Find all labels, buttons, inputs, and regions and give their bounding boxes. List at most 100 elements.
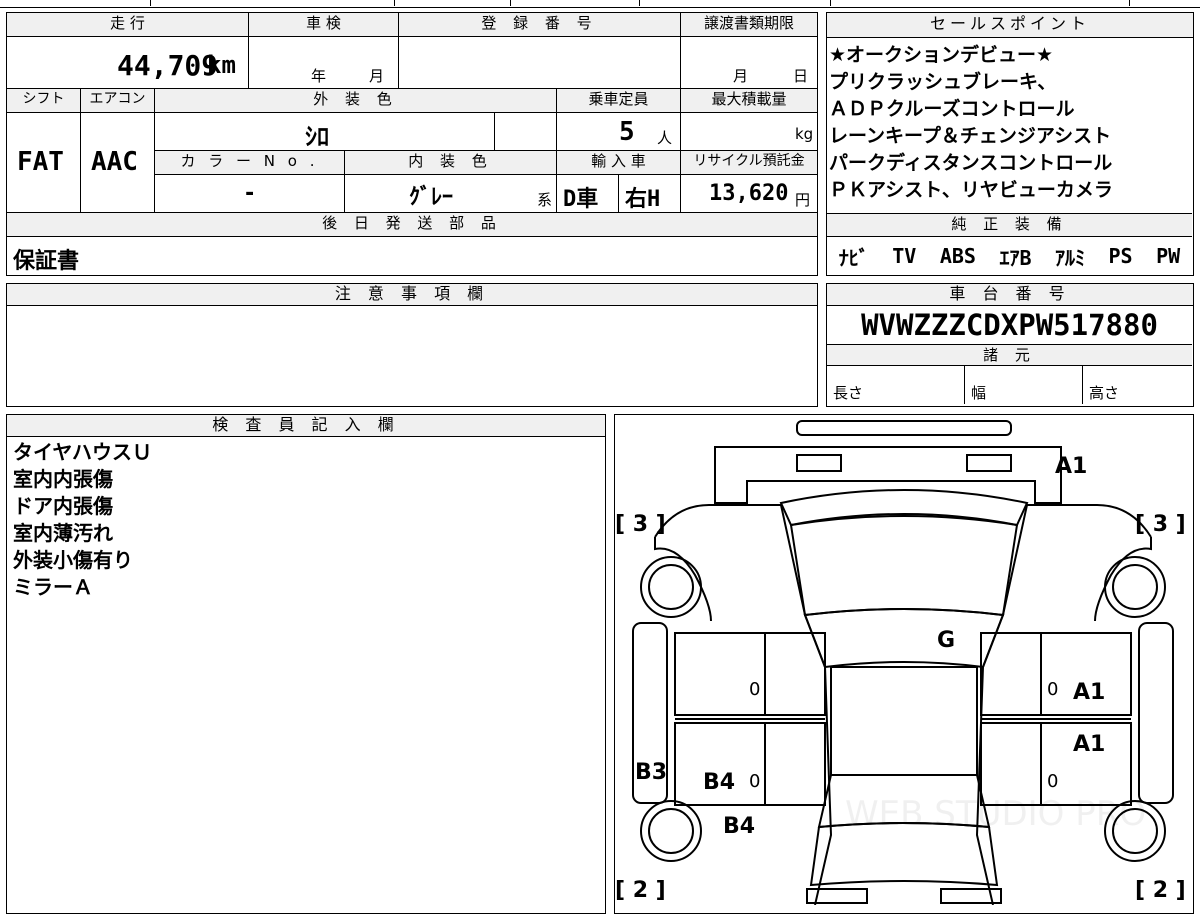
recycle-cell: 13,620 円 <box>681 175 817 213</box>
capacity-cell: 5 人 <box>557 113 681 151</box>
front-bumper-shape <box>796 420 1012 436</box>
inspector-line: 外装小傷有り <box>13 548 133 572</box>
sales-point-line: ＡＤＰクルーズコントロール <box>829 98 1075 120</box>
transfer-month: 月 <box>733 67 749 85</box>
vehicle-info-table: 走 行 車 検 登 録 番 号 譲渡書類期限 44,709 km 年 月 月 日… <box>6 12 818 276</box>
exterior-cell: ｼﾛ <box>155 113 495 151</box>
exterior-label: 外 装 色 <box>155 89 557 113</box>
registration-cell <box>399 37 681 89</box>
mileage-cell: 44,709 km <box>7 37 249 89</box>
ac-value: AAC <box>91 147 138 177</box>
registration-label: 登 録 番 号 <box>399 13 681 37</box>
mark-zero-lr: 0 <box>749 771 760 792</box>
roof-front-shape <box>803 608 1005 669</box>
sales-point-line: プリクラッシュブレーキ、 <box>829 71 1057 93</box>
chassis-label: 車 台 番 号 <box>827 284 1193 306</box>
capacity-value: 5 <box>619 117 635 147</box>
transfer-cell: 月 日 <box>681 37 817 89</box>
headlight-left-shape <box>796 454 842 472</box>
inspection-label: 車 検 <box>249 13 399 37</box>
maxload-label: 最大積載量 <box>681 89 817 113</box>
equipment-label: 純 正 装 備 <box>827 213 1192 237</box>
color-no-cell: - <box>155 175 345 213</box>
shift-cell: FAT <box>7 113 81 213</box>
mark-zero-lf: 0 <box>749 679 760 700</box>
equipment-item: ﾅﾋﾞ <box>838 245 869 270</box>
equipment-item: TV <box>892 244 917 268</box>
mark-bracket-tl: [ 3 ] <box>615 512 666 537</box>
maxload-unit: kg <box>795 125 814 143</box>
equipment-item: ｴｱB <box>999 245 1032 270</box>
sales-point-line: ★オークションデビュー★ <box>829 44 1054 66</box>
equipment-item: PW <box>1156 244 1181 268</box>
sales-point-line: パークディスタンスコントロール <box>829 152 1113 174</box>
equipment-item: ABS <box>939 244 976 268</box>
inspector-box: 検 査 員 記 入 欄 タイヤハウスＵ 室内内張傷 ドア内張傷 室内薄汚れ 外装… <box>6 414 606 914</box>
top-strip-cell <box>150 0 395 6</box>
equipment-row: ﾅﾋﾞ TV ABS ｴｱB ｱﾙﾐ PS PW <box>827 238 1192 274</box>
front-glass-shape <box>789 515 1019 617</box>
interior-suffix: 系 <box>537 191 553 209</box>
mark-zero-rf: 0 <box>1047 679 1058 700</box>
right-front-door <box>980 632 1132 716</box>
inspector-line: タイヤハウスＵ <box>13 440 152 464</box>
chassis-value: WVWZZZCDXPW517880 <box>861 308 1158 342</box>
top-strip-cell <box>830 0 1130 6</box>
later-parts-cell: 保証書 <box>7 237 817 275</box>
interior-cell: ｸﾞﾚｰ 系 <box>345 175 557 213</box>
left-rear-door <box>674 722 826 806</box>
left-front-door <box>674 632 826 716</box>
inspector-label: 検 査 員 記 入 欄 <box>7 415 605 437</box>
notes-label: 注 意 事 項 欄 <box>7 284 817 306</box>
transfer-label: 譲渡書類期限 <box>681 13 817 37</box>
inspector-line: ドア内張傷 <box>13 494 113 518</box>
shift-value: FAT <box>17 147 64 177</box>
car-diagram-box: A1 [ 3 ] [ 3 ] G 0 0 A1 A1 B3 B4 0 0 B4 … <box>614 414 1194 914</box>
color-no-label: カ ラ ー N o . <box>155 151 345 175</box>
top-strip-cell <box>510 0 640 6</box>
specs-width-label: 幅 <box>971 384 987 402</box>
mark-b4-b: B4 <box>723 814 755 839</box>
wheel-front-right-inner <box>1112 564 1158 610</box>
sales-point-line: レーンキープ＆チェンジアシスト <box>829 125 1112 147</box>
mark-zero-rr: 0 <box>1047 771 1058 792</box>
chassis-box: 車 台 番 号 WVWZZZCDXPW517880 諸 元 長さ 幅 高さ <box>826 283 1194 407</box>
mark-g: G <box>937 628 955 653</box>
body-left-outline <box>654 504 833 905</box>
roof-shape <box>830 666 978 776</box>
mark-bracket-tr: [ 3 ] <box>1135 512 1186 537</box>
hood-shape <box>779 489 1029 527</box>
exterior-value: ｼﾛ <box>305 123 329 151</box>
import-cell-1: D車 <box>557 175 619 213</box>
recycle-label: リサイクル預託金 <box>681 151 817 175</box>
interior-value: ｸﾞﾚｰ <box>409 185 454 210</box>
later-parts-value: 保証書 <box>13 249 80 274</box>
specs-length-label: 長さ <box>833 384 864 402</box>
mark-a1-right-2: A1 <box>1073 732 1105 757</box>
right-sill-shape <box>1138 622 1174 804</box>
mark-bracket-br: [ 2 ] <box>1135 878 1186 903</box>
specs-width: 幅 <box>965 366 1083 404</box>
mileage-unit: km <box>207 51 236 79</box>
color-no-value: - <box>243 181 257 206</box>
shift-label: シフト <box>7 89 81 113</box>
watermark: WEB STUDIO PRO <box>845 794 1146 834</box>
ac-label: エアコン <box>81 89 155 113</box>
inspector-line: ミラーＡ <box>13 575 93 599</box>
sales-points-label: セールスポイント <box>827 13 1193 38</box>
sales-points-list: ★オークションデビュー★ プリクラッシュブレーキ、 ＡＤＰクルーズコントロール … <box>827 38 1193 218</box>
mark-bracket-bl: [ 2 ] <box>615 878 666 903</box>
maxload-cell: kg <box>681 113 817 151</box>
interior-label: 内 装 色 <box>345 151 557 175</box>
ac-cell: AAC <box>81 113 155 213</box>
specs-height-label: 高さ <box>1089 384 1120 402</box>
headlight-right-shape <box>966 454 1012 472</box>
later-parts-label: 後 日 発 送 部 品 <box>7 213 817 237</box>
import-label: 輸 入 車 <box>557 151 681 175</box>
capacity-label: 乗車定員 <box>557 89 681 113</box>
transfer-day: 日 <box>793 67 809 85</box>
equipment-item: ｱﾙﾐ <box>1055 245 1086 270</box>
car-diagram: A1 [ 3 ] [ 3 ] G 0 0 A1 A1 B3 B4 0 0 B4 … <box>615 420 1186 905</box>
body-right-outline <box>975 504 1152 905</box>
inspection-year: 年 <box>311 67 327 85</box>
